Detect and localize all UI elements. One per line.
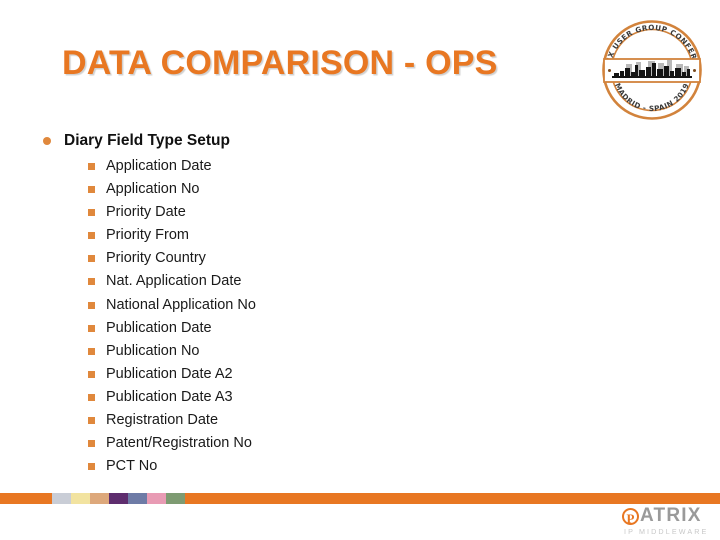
bullet-square-icon [88, 347, 95, 355]
list-item-label: Publication Date A3 [106, 388, 233, 405]
list-heading-label: Diary Field Type Setup [64, 132, 230, 149]
list-item-label: Priority From [106, 227, 189, 244]
bullet-dot-icon [43, 137, 51, 145]
color-swatch [109, 493, 128, 504]
slide-canvas: DATA COMPARISON - OPS PATRIX USER GROUP … [0, 0, 720, 540]
bullet-square-icon [88, 186, 95, 194]
list-item: Publication Date A2 [34, 363, 594, 386]
list-item-label: Publication No [106, 342, 200, 359]
color-swatch [166, 493, 185, 504]
color-swatch [90, 493, 109, 504]
page-title: DATA COMPARISON - OPS [62, 44, 498, 82]
bullet-square-icon [88, 417, 95, 425]
list-item: Registration Date [34, 409, 594, 432]
list-item: PCT No [34, 455, 594, 478]
bullet-square-icon [88, 463, 95, 471]
list-item: Priority Date [34, 201, 594, 224]
bullet-square-icon [88, 301, 95, 309]
conference-seal-logo: PATRIX USER GROUP CONFERENCE MADRID - SP… [596, 14, 708, 126]
color-swatch [52, 493, 71, 504]
list-item: National Application No [34, 294, 594, 317]
color-swatch [71, 493, 90, 504]
patrix-tagline: IP MIDDLEWARE [624, 527, 709, 536]
patrix-logo: P ATRIX IP MIDDLEWARE [622, 506, 716, 536]
bullet-square-icon [88, 163, 95, 170]
bullet-square-icon [88, 324, 95, 332]
patrix-wordmark: P ATRIX [622, 506, 716, 526]
list-item: Publication Date A3 [34, 386, 594, 409]
list-item-label: Publication Date A2 [106, 365, 233, 382]
bullet-square-icon [88, 393, 95, 401]
patrix-name-label: ATRIX [640, 505, 702, 526]
list-item: Application Date [34, 155, 594, 178]
list-item: Priority From [34, 224, 594, 247]
list-item: Publication No [34, 340, 594, 363]
list-item-label: Application No [106, 181, 200, 198]
bullet-square-icon [88, 255, 95, 263]
list-heading: Diary Field Type Setup [34, 130, 594, 152]
bullet-square-icon [88, 232, 95, 240]
list-item-label: Application Date [106, 158, 212, 174]
list-item-label: PCT No [106, 458, 158, 475]
list-item: Priority Country [34, 247, 594, 270]
list-item-label: Priority Date [106, 204, 186, 221]
list-item: Patent/Registration No [34, 432, 594, 455]
bullet-square-icon [88, 278, 95, 286]
list-item-label: Registration Date [106, 412, 219, 429]
color-swatch [147, 493, 166, 504]
list-item: Application No [34, 178, 594, 201]
list-item-label: Priority Country [106, 250, 206, 267]
bullet-square-icon [88, 370, 95, 378]
list-item-label: Patent/Registration No [106, 435, 252, 452]
bullet-square-icon [88, 209, 95, 217]
list-item: Publication Date [34, 317, 594, 340]
diary-field-type-list: Application Date Application No Priority… [34, 155, 594, 478]
color-swatch [128, 493, 147, 504]
list-item-label: Nat. Application Date [106, 273, 242, 290]
list-item-label: National Application No [106, 296, 256, 313]
bullet-square-icon [88, 440, 95, 448]
patrix-p-mark-icon: P [622, 507, 639, 526]
footer-color-swatches [52, 493, 185, 504]
list-item: Nat. Application Date [34, 270, 594, 293]
list-item-label: Publication Date [106, 319, 212, 336]
svg-text:MADRID - SPAIN 2019: MADRID - SPAIN 2019 [613, 82, 691, 113]
content-body: Diary Field Type Setup Application Date … [34, 130, 594, 478]
